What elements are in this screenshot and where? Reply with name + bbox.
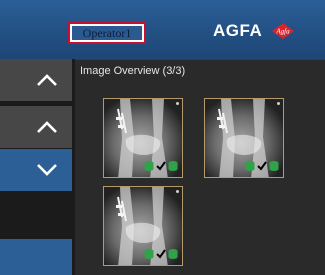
status-icons: [245, 160, 279, 172]
stack-icon: [144, 161, 154, 171]
indicator-dot: [277, 102, 280, 105]
scroll-down-button[interactable]: [0, 149, 72, 191]
scroll-up-button[interactable]: [0, 59, 72, 101]
chevron-up-icon: [37, 74, 57, 86]
page-up-button[interactable]: [0, 106, 72, 148]
chevron-down-icon: [37, 164, 57, 176]
brand-name: AGFA: [213, 21, 263, 40]
left-nav: [0, 59, 75, 275]
check-icon: [257, 161, 267, 171]
indicator-dot: [176, 190, 179, 193]
operator-field[interactable]: Operator1: [68, 22, 146, 44]
panel-title: Image Overview (3/3): [80, 65, 186, 77]
stack-icon: [245, 161, 255, 171]
indicator-dot: [176, 102, 179, 105]
status-icons: [144, 160, 178, 172]
database-icon: [168, 249, 178, 259]
image-thumbnail-2[interactable]: [204, 98, 284, 178]
database-icon: [269, 161, 279, 171]
agfa-logo-icon: Agfa: [272, 23, 294, 39]
agfa-logo-text: Agfa: [275, 28, 290, 36]
image-thumbnail-3[interactable]: [103, 186, 183, 266]
check-icon: [156, 161, 166, 171]
image-thumbnail-1[interactable]: [103, 98, 183, 178]
status-icons: [144, 248, 178, 260]
chevron-up-icon: [37, 121, 57, 133]
check-icon: [156, 249, 166, 259]
header-bar: Operator1 AGFA Agfa: [0, 0, 325, 59]
database-icon: [168, 161, 178, 171]
stack-icon: [144, 249, 154, 259]
action-button[interactable]: [0, 239, 72, 275]
image-overview-panel: Image Overview (3/3): [75, 59, 325, 275]
operator-label: Operator1: [72, 26, 142, 40]
